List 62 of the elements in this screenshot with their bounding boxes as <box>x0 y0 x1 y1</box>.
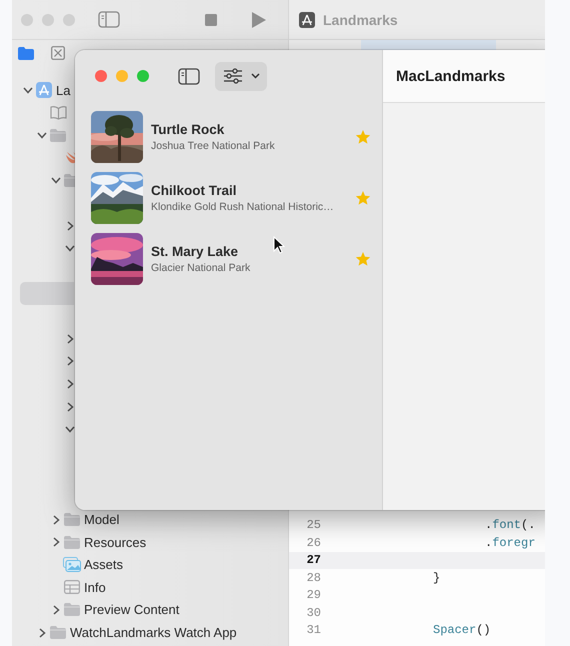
park-name: Joshua Tree National Park <box>151 140 275 152</box>
landmark-row[interactable]: Chilkoot Trail Klondike Gold Rush National Historic… <box>75 172 382 224</box>
folder-icon <box>50 128 66 142</box>
chevron-right-icon[interactable] <box>52 537 60 548</box>
line-number: 28 <box>306 570 321 585</box>
landmark-name: St. Mary Lake <box>151 244 238 259</box>
file-name[interactable]: Model <box>84 512 120 528</box>
warning-box-icon[interactable] <box>51 46 65 60</box>
line-number: 25 <box>306 518 321 532</box>
landmark-name: Chilkoot Trail <box>151 183 237 198</box>
filter-button[interactable] <box>215 62 267 90</box>
code-line: .foregr <box>485 536 536 550</box>
sliders-icon <box>222 68 242 84</box>
park-name: Klondike Gold Rush National Historic… <box>151 201 334 213</box>
code-line: Spacer() <box>433 623 491 638</box>
images-icon <box>63 557 81 572</box>
window-title: MacLandmarks <box>396 68 506 84</box>
file-name[interactable]: Assets <box>84 557 124 572</box>
stop-button[interactable] <box>205 14 217 26</box>
cursor-icon <box>273 236 285 254</box>
folder-icon <box>50 626 66 640</box>
chevron-down-icon[interactable] <box>51 177 61 184</box>
folder-icon[interactable] <box>18 46 34 60</box>
line-number: 27 <box>306 553 321 568</box>
folder-icon <box>64 513 80 526</box>
chevron-down-icon[interactable] <box>65 244 75 252</box>
chevron-right-icon[interactable] <box>66 220 74 231</box>
project-title: Landmarks <box>323 12 398 28</box>
landmark-row[interactable]: Turtle Rock Joshua Tree National Park <box>75 111 382 163</box>
landmark-row[interactable]: St. Mary Lake Glacier National Park <box>75 233 382 285</box>
play-button[interactable] <box>251 10 267 28</box>
chevron-right-icon[interactable] <box>38 628 46 638</box>
line-number: 31 <box>306 623 321 638</box>
park-name: Glacier National Park <box>151 262 250 274</box>
sidebar-icon[interactable] <box>178 68 200 84</box>
file-name[interactable]: Resources <box>84 534 146 550</box>
line-number: 29 <box>306 588 321 602</box>
chevron-right-icon[interactable] <box>66 334 74 344</box>
code-line: } <box>433 570 440 585</box>
line-number: 26 <box>306 536 321 550</box>
chevron-down-icon[interactable] <box>23 86 33 94</box>
chevron-down-icon[interactable] <box>65 426 75 433</box>
chevron-right-icon[interactable] <box>52 514 60 525</box>
folder-icon <box>64 536 80 549</box>
code-line: .font(. <box>485 518 536 532</box>
file-name[interactable]: La <box>56 82 70 98</box>
app-icon <box>299 12 315 28</box>
line-number: 30 <box>306 606 321 620</box>
file-name[interactable]: WatchLandmarks Watch App <box>70 625 237 640</box>
chevron-right-icon[interactable] <box>52 604 60 615</box>
chevron-right-icon[interactable] <box>66 356 74 366</box>
folder-icon <box>64 603 80 616</box>
chevron-right-icon[interactable] <box>66 402 74 412</box>
app-icon <box>36 82 52 98</box>
table-icon <box>64 580 80 594</box>
chevron-down-icon[interactable] <box>37 132 47 139</box>
landmark-name: Turtle Rock <box>151 122 224 137</box>
file-name[interactable]: Info <box>84 580 106 595</box>
chevron-right-icon[interactable] <box>66 379 74 390</box>
file-name[interactable]: Preview Content <box>84 602 180 618</box>
chevron-down-icon <box>250 73 260 79</box>
book-icon <box>50 106 66 120</box>
